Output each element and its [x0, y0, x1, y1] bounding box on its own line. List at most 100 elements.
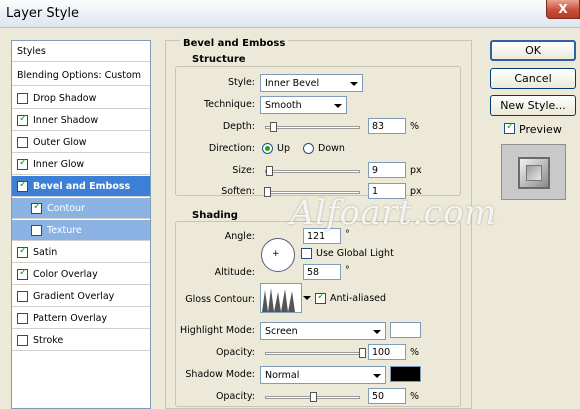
preview-thumbnail: [518, 157, 550, 189]
gradient-overlay-checkbox[interactable]: [17, 291, 28, 302]
style-item-texture[interactable]: Texture: [12, 220, 150, 241]
chevron-down-icon: [334, 104, 342, 108]
highlight-opacity-input[interactable]: 100: [368, 344, 406, 360]
gloss-contour-swatch[interactable]: [260, 283, 302, 313]
color-overlay-checkbox[interactable]: [17, 267, 28, 280]
ok-button[interactable]: OK: [490, 40, 576, 61]
shadow-mode-select[interactable]: Normal: [260, 366, 386, 384]
inner-shadow-checkbox[interactable]: [17, 113, 28, 126]
depth-unit: %: [410, 121, 420, 132]
highlight-opacity-unit: %: [410, 347, 420, 358]
gradient-overlay-label: Gradient Overlay: [33, 291, 115, 302]
style-item-satin[interactable]: Satin: [12, 242, 150, 263]
style-item-inner-shadow[interactable]: Inner Shadow: [12, 110, 150, 131]
altitude-label: Altitude:: [214, 267, 255, 278]
close-button[interactable]: X: [546, 0, 580, 19]
style-item-color-overlay[interactable]: Color Overlay: [12, 264, 150, 285]
preview-label: Preview: [519, 123, 562, 136]
drop-shadow-checkbox[interactable]: [17, 93, 28, 104]
gloss-contour-dropdown-icon[interactable]: [303, 296, 311, 300]
crosshair-icon: +: [272, 249, 280, 259]
stroke-label: Stroke: [33, 335, 64, 346]
inner-glow-label: Inner Glow: [33, 159, 85, 170]
technique-value: Smooth: [265, 100, 302, 111]
shadow-opacity-unit: %: [410, 391, 420, 402]
cancel-button[interactable]: Cancel: [490, 68, 576, 89]
direction-down-radio[interactable]: [303, 143, 314, 154]
style-preview: [501, 144, 566, 200]
altitude-input[interactable]: 58: [303, 264, 341, 280]
highlight-opacity-slider[interactable]: [265, 348, 366, 358]
texture-label: Texture: [47, 225, 82, 236]
drop-shadow-label: Drop Shadow: [33, 93, 97, 104]
style-item-inner-glow[interactable]: Inner Glow: [12, 154, 150, 175]
anti-aliased-label: Anti-aliased: [330, 293, 387, 304]
shadow-mode-value: Normal: [265, 370, 300, 381]
depth-slider-thumb[interactable]: [269, 122, 277, 132]
size-unit: px: [410, 165, 422, 176]
structure-title: Structure: [189, 54, 249, 65]
anti-aliased-checkbox[interactable]: [315, 291, 326, 304]
style-item-bevel-emboss[interactable]: Bevel and Emboss: [12, 176, 150, 197]
style-item-pattern-overlay[interactable]: Pattern Overlay: [12, 308, 150, 329]
pattern-overlay-label: Pattern Overlay: [33, 313, 108, 324]
direction-up-radio[interactable]: [262, 143, 273, 154]
shadow-color-swatch[interactable]: [390, 366, 421, 382]
shading-title: Shading: [189, 210, 241, 221]
size-slider[interactable]: [265, 166, 360, 176]
global-light-checkbox[interactable]: [301, 248, 312, 259]
inner-glow-checkbox[interactable]: [17, 157, 28, 170]
shadow-opacity-slider[interactable]: [265, 392, 360, 402]
styles-header[interactable]: Styles: [12, 41, 150, 62]
contour-checkbox[interactable]: [31, 201, 42, 214]
bevel-emboss-title: Bevel and Emboss: [180, 38, 289, 49]
bevel-emboss-label: Bevel and Emboss: [33, 181, 131, 192]
style-item-outer-glow[interactable]: Outer Glow: [12, 132, 150, 153]
highlight-opacity-thumb[interactable]: [359, 348, 366, 358]
style-item-drop-shadow[interactable]: Drop Shadow: [12, 88, 150, 109]
bevel-style-select[interactable]: Inner Bevel: [260, 74, 363, 92]
direction-down-label: Down: [318, 143, 345, 154]
angle-dial[interactable]: +: [261, 238, 295, 272]
shadow-opacity-thumb[interactable]: [309, 392, 317, 402]
styles-panel: Styles Blending Options: Custom Drop Sha…: [11, 40, 151, 409]
global-light-label: Use Global Light: [316, 248, 394, 259]
technique-label: Technique:: [203, 99, 255, 110]
pattern-overlay-checkbox[interactable]: [17, 313, 28, 324]
bevel-emboss-checkbox[interactable]: [17, 179, 28, 192]
preview-checkbox[interactable]: [504, 121, 515, 134]
satin-label: Satin: [33, 247, 58, 258]
blending-options[interactable]: Blending Options: Custom: [12, 65, 150, 86]
inner-shadow-label: Inner Shadow: [33, 115, 99, 126]
size-slider-track: [265, 170, 360, 173]
style-item-stroke[interactable]: Stroke: [12, 330, 150, 351]
soften-slider-thumb[interactable]: [263, 187, 271, 197]
technique-select[interactable]: Smooth: [260, 96, 347, 114]
style-item-gradient-overlay[interactable]: Gradient Overlay: [12, 286, 150, 307]
style-label: Style:: [227, 77, 255, 88]
highlight-mode-label: Highlight Mode:: [180, 325, 255, 336]
depth-slider[interactable]: [265, 122, 360, 132]
texture-checkbox[interactable]: [31, 225, 42, 236]
highlight-mode-value: Screen: [265, 326, 298, 337]
styles-header-label: Styles: [17, 46, 46, 57]
direction-label: Direction:: [208, 143, 255, 154]
size-label: Size:: [232, 165, 255, 176]
size-slider-thumb[interactable]: [265, 166, 273, 176]
outer-glow-checkbox[interactable]: [17, 137, 28, 148]
depth-label: Depth:: [222, 121, 255, 132]
new-style-button[interactable]: New Style...: [490, 95, 576, 116]
highlight-opacity-track: [265, 352, 362, 355]
style-item-contour[interactable]: Contour: [12, 198, 150, 219]
chevron-down-icon: [350, 82, 358, 86]
shadow-opacity-label: Opacity:: [215, 391, 255, 402]
highlight-color-swatch[interactable]: [390, 322, 421, 338]
highlight-mode-select[interactable]: Screen: [260, 322, 386, 340]
size-input[interactable]: 9: [368, 162, 406, 178]
satin-checkbox[interactable]: [17, 245, 28, 258]
stroke-checkbox[interactable]: [17, 335, 28, 346]
shadow-opacity-input[interactable]: 50: [368, 388, 406, 404]
close-icon: X: [558, 2, 568, 16]
depth-input[interactable]: 83: [368, 118, 406, 134]
outer-glow-label: Outer Glow: [33, 137, 87, 148]
